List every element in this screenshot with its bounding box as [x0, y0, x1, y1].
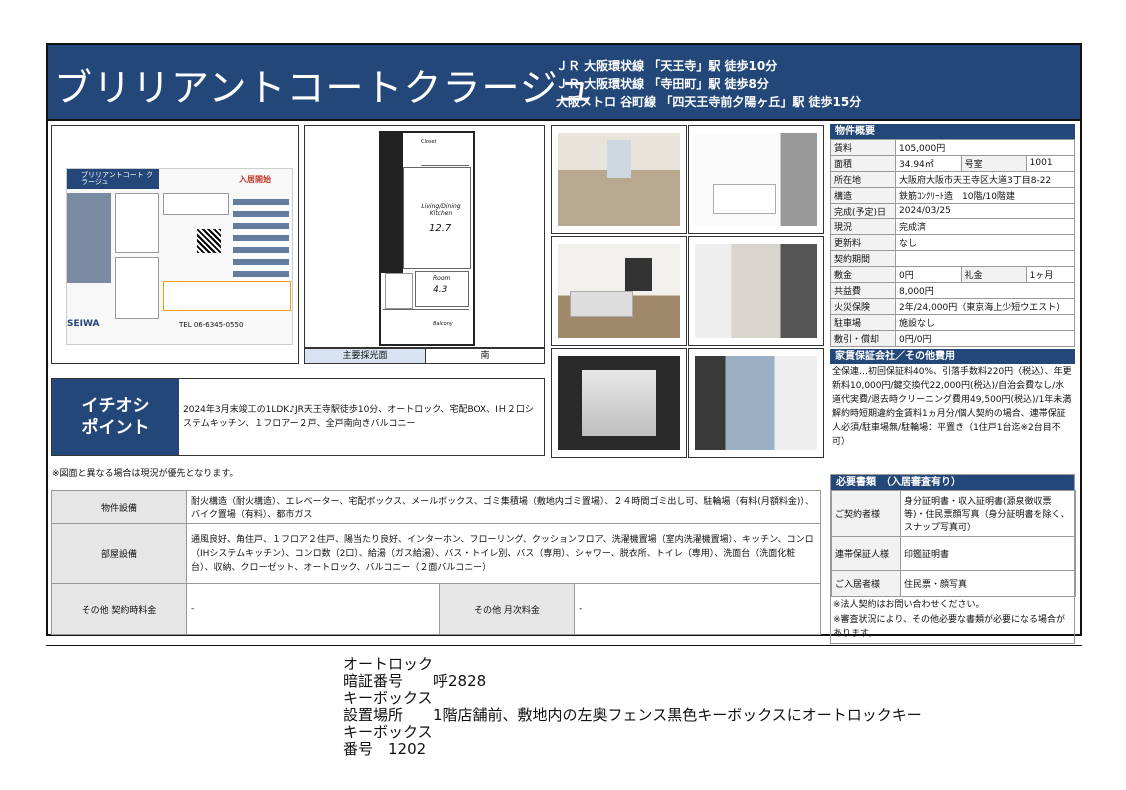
balcony-label: Balcony — [433, 321, 453, 327]
photo-bathroom — [688, 125, 824, 234]
property-title: ブリリアントコートクラージュ — [54, 66, 596, 110]
value-parking: 施設なし — [895, 313, 1075, 331]
doc-value-resident: 住民票・顔写真 — [900, 570, 1076, 597]
station-line-3: 大阪メトロ 谷町線 「四天王寺前夕陽ヶ丘」駅 徒歩15分 — [556, 95, 862, 109]
highlight-label-line2: ポイント — [81, 418, 150, 438]
label-parking: 駐車場 — [830, 313, 896, 331]
doc-label-guarantor: 連帯保証人様 — [831, 536, 901, 571]
flyer-image: ブリリアントコート クラージュ 入居開始 SEIWA TEL 06-6345-0… — [66, 168, 293, 345]
light-facing-row: 主要採光面 南 — [304, 348, 545, 364]
access-notes: オートロック 暗証番号 呼2828 キーボックス 設置場所 1階店舗前、敷地内の… — [343, 655, 922, 758]
label-term: 契約期間 — [830, 250, 896, 268]
floor-plan: Closet Living/Dining Kitchen 12.7 Room 4… — [304, 125, 545, 348]
label-structure: 構造 — [830, 186, 896, 204]
value-room: 1001 — [1025, 154, 1076, 172]
other-contract-fee-value: - — [186, 583, 440, 635]
other-monthly-fee-label: その他 月次料金 — [439, 583, 575, 635]
flyer-phone: TEL 06-6345-0550 — [179, 321, 244, 329]
value-built: 2024/03/25 — [895, 202, 1075, 220]
value-deposit: 0円 — [895, 266, 962, 284]
building-facilities-value: 耐火構造（耐火構造）、エレベーター、宅配ボックス、メールボックス、ゴミ集積場（敷… — [186, 490, 821, 524]
floor-plan-drawing: Closet Living/Dining Kitchen 12.7 Room 4… — [379, 131, 475, 346]
highlight-label-line1: イチオシ — [81, 396, 150, 416]
label-status: 現況 — [830, 218, 896, 236]
photo-balcony — [551, 348, 687, 458]
photo-room-window — [688, 348, 824, 458]
photo-kitchen — [551, 236, 687, 346]
living-size: 12.7 — [429, 223, 452, 234]
value-insurance: 2年/24,000円（東京海上少短ウエスト） — [895, 297, 1075, 315]
highlight-text: 2024年3月末竣工の1LDK♪JR天王寺駅徒歩10分、オートロック、宅配BOX… — [183, 405, 534, 429]
living-label: Living/Dining Kitchen — [421, 203, 461, 217]
doc-value-contractor: 身分証明書・収入証明書(源泉徴収票等)・住民票顔写真（身分証明書を除く、スナップ… — [900, 490, 1076, 537]
label-room: 号室 — [960, 154, 1027, 172]
value-renewal: なし — [895, 234, 1075, 252]
priority-note: ※図面と異なる場合は現況が優先となります。 — [52, 469, 239, 479]
doc-label-contractor: ご契約者様 — [831, 490, 901, 537]
doc-note-1: ※法人契約はお問い合わせください。 — [833, 600, 985, 610]
building-facilities-label: 物件設備 — [51, 490, 187, 524]
header-banner: ブリリアントコートクラージュ ＪＲ 大阪環状線 「天王寺」駅 徒歩10分 ＪＲ … — [46, 43, 1082, 121]
label-common-fee: 共益費 — [830, 282, 896, 299]
label-address: 所在地 — [830, 170, 896, 188]
documents-panel: 必要書類 （入居審査有り） ご契約者様 身分証明書・収入証明書(源泉徴収票等)・住… — [830, 474, 1076, 644]
doc-value-guarantor: 印鑑証明書 — [900, 536, 1076, 571]
divider — [46, 645, 1082, 646]
station-line-2: ＪＲ 大阪環状線 「寺田町」駅 徒歩8分 — [556, 77, 769, 91]
label-built: 完成(予定)日 — [830, 202, 896, 220]
label-shikibiki: 敷引・償却 — [830, 329, 896, 347]
value-rent: 105,000円 — [895, 139, 1075, 156]
value-structure: 鉄筋ｺﾝｸﾘｰﾄ造 10階/10階建 — [895, 186, 1075, 204]
flyer-company: SEIWA — [67, 319, 100, 329]
flyer-badge: 入居開始 — [239, 175, 271, 184]
value-common-fee: 8,000円 — [895, 282, 1075, 299]
light-facing-value: 南 — [480, 351, 490, 361]
guarantee-title: 家賃保証会社／その他費用 — [830, 348, 1075, 364]
doc-label-resident: ご入居者様 — [831, 570, 901, 597]
documents-table: ご契約者様 身分証明書・収入証明書(源泉徴収票等)・住民票顔写真（身分証明書を除く… — [831, 490, 1076, 597]
photo-living-room — [551, 125, 687, 234]
overview-table: 賃料 105,000円 面積 34.94㎡ 号室 1001 所在地 大阪府大阪市天王寺区大… — [830, 139, 1076, 347]
overview-panel: 物件概要 賃料 105,000円 面積 34.94㎡ 号室 1001 所在地 大阪府大阪市… — [830, 124, 1076, 474]
other-monthly-fee-value: - — [574, 583, 821, 635]
station-line-1: ＪＲ 大阪環状線 「天王寺」駅 徒歩10分 — [556, 59, 778, 73]
bedroom-size: 4.3 — [433, 285, 448, 295]
label-deposit: 敷金 — [830, 266, 896, 284]
documents-title: 必要書類 （入居審査有り） — [831, 475, 1074, 490]
label-rent: 賃料 — [830, 139, 896, 156]
room-facilities-value: 通風良好、角住戸、１フロア２住戸、陽当たり良好、インターホン、フローリング、クッ… — [186, 523, 821, 584]
label-key-money: 礼金 — [960, 266, 1027, 284]
value-area: 34.94㎡ — [895, 154, 962, 172]
value-key-money: 1ヶ月 — [1025, 266, 1076, 284]
photo-closet — [688, 236, 824, 346]
label-insurance: 火災保険 — [830, 297, 896, 315]
facilities-table: 物件設備 耐火構造（耐火構造）、エレベーター、宅配ボックス、メールボックス、ゴミ… — [51, 490, 821, 635]
room-facilities-label: 部屋設備 — [51, 523, 187, 584]
doc-note-2: ※審査状況により、その他必要な書類が必要になる場合があります。 — [833, 615, 1066, 639]
closet-label: Closet — [421, 139, 437, 145]
label-area: 面積 — [830, 154, 896, 172]
highlight-label: イチオシ ポイント — [52, 379, 179, 455]
light-facing-label: 主要採光面 — [305, 349, 426, 363]
bedroom-label: Room — [433, 275, 451, 282]
highlight-point: イチオシ ポイント 2024年3月末竣工の1LDK♪JR天王寺駅徒歩10分、オー… — [51, 378, 545, 456]
label-renewal: 更新料 — [830, 234, 896, 252]
overview-title: 物件概要 — [830, 124, 1075, 139]
guarantee-text: 全保連…初回保証料40%、引落手数料220円（税込）、年更新料10,000円/鍵… — [832, 366, 1072, 447]
other-contract-fee-label: その他 契約時料金 — [51, 583, 187, 635]
value-term — [895, 250, 1075, 268]
value-shikibiki: 0円/0円 — [895, 329, 1075, 347]
value-status: 完成済 — [895, 218, 1075, 236]
flyer-thumbnail: ブリリアントコート クラージュ 入居開始 SEIWA TEL 06-6345-0… — [51, 125, 299, 364]
flyer-title: ブリリアントコート クラージュ — [81, 171, 153, 186]
value-address: 大阪府大阪市天王寺区大道3丁目8-22 — [895, 170, 1075, 188]
